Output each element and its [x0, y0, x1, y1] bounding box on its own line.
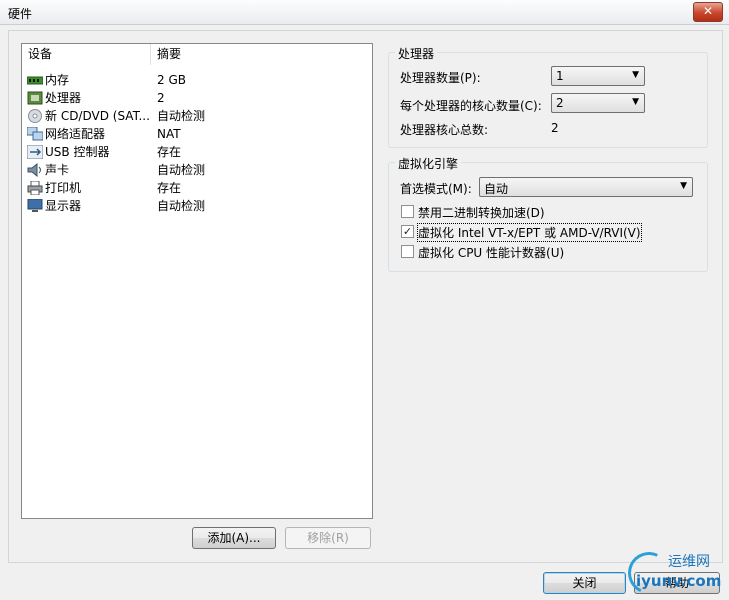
device-row-network-adapter[interactable]: 网络适配器 NAT — [22, 125, 372, 143]
window-title: 硬件 — [8, 7, 33, 21]
watermark-cn-text: 运维网 — [668, 554, 710, 570]
device-summary: 自动检测 — [157, 163, 206, 177]
sound-card-icon — [27, 163, 41, 177]
preferred-mode-label: 首选模式(M): — [400, 182, 472, 196]
disable-binary-translation-label[interactable]: 禁用二进制转换加速(D) — [418, 204, 545, 221]
disable-binary-translation-checkbox[interactable] — [401, 205, 414, 218]
device-name: 显示器 — [45, 199, 82, 213]
watermark-url-text: iyunv.com — [636, 572, 722, 590]
usb-icon — [27, 145, 43, 159]
chevron-down-icon: ▼ — [632, 97, 639, 107]
processor-group: 处理器 处理器数量(P): 1 ▼ 每个处理器的核心数量(C): 2 ▼ 处理器… — [388, 45, 708, 148]
cores-per-processor-select[interactable]: 2 ▼ — [551, 93, 645, 113]
device-name: 网络适配器 — [45, 127, 106, 141]
display-icon — [27, 199, 43, 212]
preferred-mode-value: 自动 — [484, 182, 509, 196]
virtualize-vtx-checkbox[interactable]: ✓ — [401, 225, 414, 238]
processor-count-select[interactable]: 1 ▼ — [551, 66, 645, 86]
memory-icon — [27, 76, 43, 85]
virtualize-vtx-label[interactable]: 虚拟化 Intel VT-x/EPT 或 AMD-V/RVI(V) — [417, 223, 642, 242]
virtualize-cpu-counters-label[interactable]: 虚拟化 CPU 性能计数器(U) — [418, 244, 564, 261]
site-watermark: 运维网 iyunv.com — [622, 546, 729, 600]
cd-dvd-icon — [28, 109, 42, 123]
device-name: 打印机 — [45, 181, 82, 195]
device-summary: 2 — [157, 91, 165, 105]
device-name: 新 CD/DVD (SAT... — [45, 109, 150, 123]
remove-button[interactable]: 移除(R) — [285, 527, 371, 549]
device-summary: 2 GB — [157, 73, 186, 87]
preferred-mode-select[interactable]: 自动 ▼ — [479, 177, 693, 197]
network-adapter-icon — [27, 127, 43, 141]
close-icon: ✕ — [702, 4, 714, 18]
device-row-usb-controller[interactable]: USB 控制器 存在 — [22, 143, 372, 161]
column-header-summary[interactable]: 摘要 — [151, 44, 372, 65]
chevron-down-icon: ▼ — [632, 70, 639, 80]
device-row-processor[interactable]: 处理器 2 — [22, 89, 372, 107]
total-cores-value: 2 — [551, 121, 559, 135]
device-summary: 存在 — [157, 181, 182, 195]
device-summary: NAT — [157, 127, 181, 141]
add-button[interactable]: 添加(A)... — [192, 527, 276, 549]
device-name: USB 控制器 — [45, 145, 110, 159]
close-button[interactable]: 关闭 — [543, 572, 626, 594]
virtualization-group-title: 虚拟化引擎 — [395, 155, 462, 172]
cores-per-processor-label: 每个处理器的核心数量(C): — [400, 99, 542, 113]
device-row-printer[interactable]: 打印机 存在 — [22, 179, 372, 197]
printer-icon — [27, 181, 43, 195]
cores-per-processor-value: 2 — [556, 96, 564, 110]
column-header-device[interactable]: 设备 — [22, 44, 151, 65]
title-bar: 硬件 ✕ — [0, 0, 729, 25]
processor-count-label: 处理器数量(P): — [400, 71, 481, 85]
device-name: 内存 — [45, 73, 70, 87]
device-row-memory[interactable]: 内存 2 GB — [22, 71, 372, 89]
processor-count-value: 1 — [556, 69, 564, 83]
processor-group-title: 处理器 — [395, 45, 438, 62]
device-summary: 自动检测 — [157, 109, 206, 123]
device-name: 声卡 — [45, 163, 70, 177]
virtualize-cpu-counters-checkbox[interactable] — [401, 245, 414, 258]
total-cores-label: 处理器核心总数: — [400, 123, 489, 137]
processor-icon — [27, 91, 43, 105]
list-header: 设备 摘要 — [22, 44, 372, 65]
virtualization-engine-group: 虚拟化引擎 首选模式(M): 自动 ▼ 禁用二进制转换加速(D) ✓ 虚拟化 I… — [388, 155, 708, 272]
device-row-display[interactable]: 显示器 自动检测 — [22, 197, 372, 215]
device-summary: 存在 — [157, 145, 182, 159]
device-summary: 自动检测 — [157, 199, 206, 213]
device-name: 处理器 — [45, 91, 82, 105]
chevron-down-icon: ▼ — [680, 181, 687, 191]
device-list[interactable]: 设备 摘要 内存 2 GB 处理器 2 新 CD/DVD (SAT... 自动检… — [21, 43, 373, 519]
device-row-cd-dvd[interactable]: 新 CD/DVD (SAT... 自动检测 — [22, 107, 372, 125]
close-window-button[interactable]: ✕ — [693, 2, 723, 22]
device-row-sound-card[interactable]: 声卡 自动检测 — [22, 161, 372, 179]
